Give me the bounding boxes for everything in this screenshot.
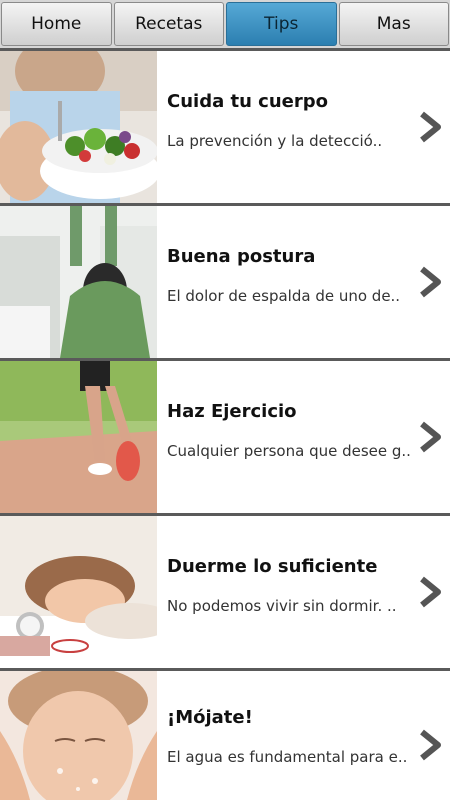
item-description: No podemos vivir sin dormir. .. [167, 597, 397, 615]
list-item[interactable]: Cuida tu cuerpo La prevención y la detec… [0, 51, 450, 203]
list-item[interactable]: ¡Mójate! El agua es fundamental para e.. [0, 671, 450, 800]
tab-home-label: Home [31, 14, 82, 34]
item-title: Cuida tu cuerpo [167, 91, 328, 112]
tab-recetas[interactable]: Recetas [113, 2, 224, 46]
stretching-back-photo [0, 206, 157, 358]
chevron-right-icon [410, 51, 450, 203]
running-legs-photo [0, 361, 157, 513]
item-description: El dolor de espalda de uno de.. [167, 287, 401, 305]
tab-home[interactable]: Home [1, 2, 112, 46]
item-description: Cualquier persona que desee g.. [167, 442, 410, 460]
chevron-right-icon [410, 206, 450, 358]
tab-mas-label: Mas [376, 14, 411, 34]
item-description: La prevención y la detecció.. [167, 132, 383, 150]
tab-tips[interactable]: Tips [226, 2, 337, 46]
chevron-right-icon [410, 361, 450, 513]
tab-bar: Home Recetas Tips Mas [0, 0, 450, 48]
sleeping-woman-photo [0, 516, 157, 668]
tab-tips-label: Tips [264, 14, 299, 34]
tips-list: Cuida tu cuerpo La prevención y la detec… [0, 49, 450, 800]
chevron-right-icon [410, 516, 450, 668]
item-title: Duerme lo suficiente [167, 556, 378, 577]
list-item[interactable]: Buena postura El dolor de espalda de uno… [0, 206, 450, 358]
chevron-right-icon [410, 671, 450, 800]
item-title: Buena postura [167, 246, 316, 267]
woman-salad-photo [0, 51, 157, 203]
item-description: El agua es fundamental para e.. [167, 748, 408, 766]
list-item[interactable]: Duerme lo suficiente No podemos vivir si… [0, 516, 450, 668]
item-title: Haz Ejercicio [167, 401, 297, 422]
tab-mas[interactable]: Mas [338, 2, 449, 46]
item-title: ¡Mójate! [167, 707, 253, 728]
list-item[interactable]: Haz Ejercicio Cualquier persona que dese… [0, 361, 450, 513]
face-washing-photo [0, 671, 157, 800]
tab-recetas-label: Recetas [135, 14, 203, 34]
